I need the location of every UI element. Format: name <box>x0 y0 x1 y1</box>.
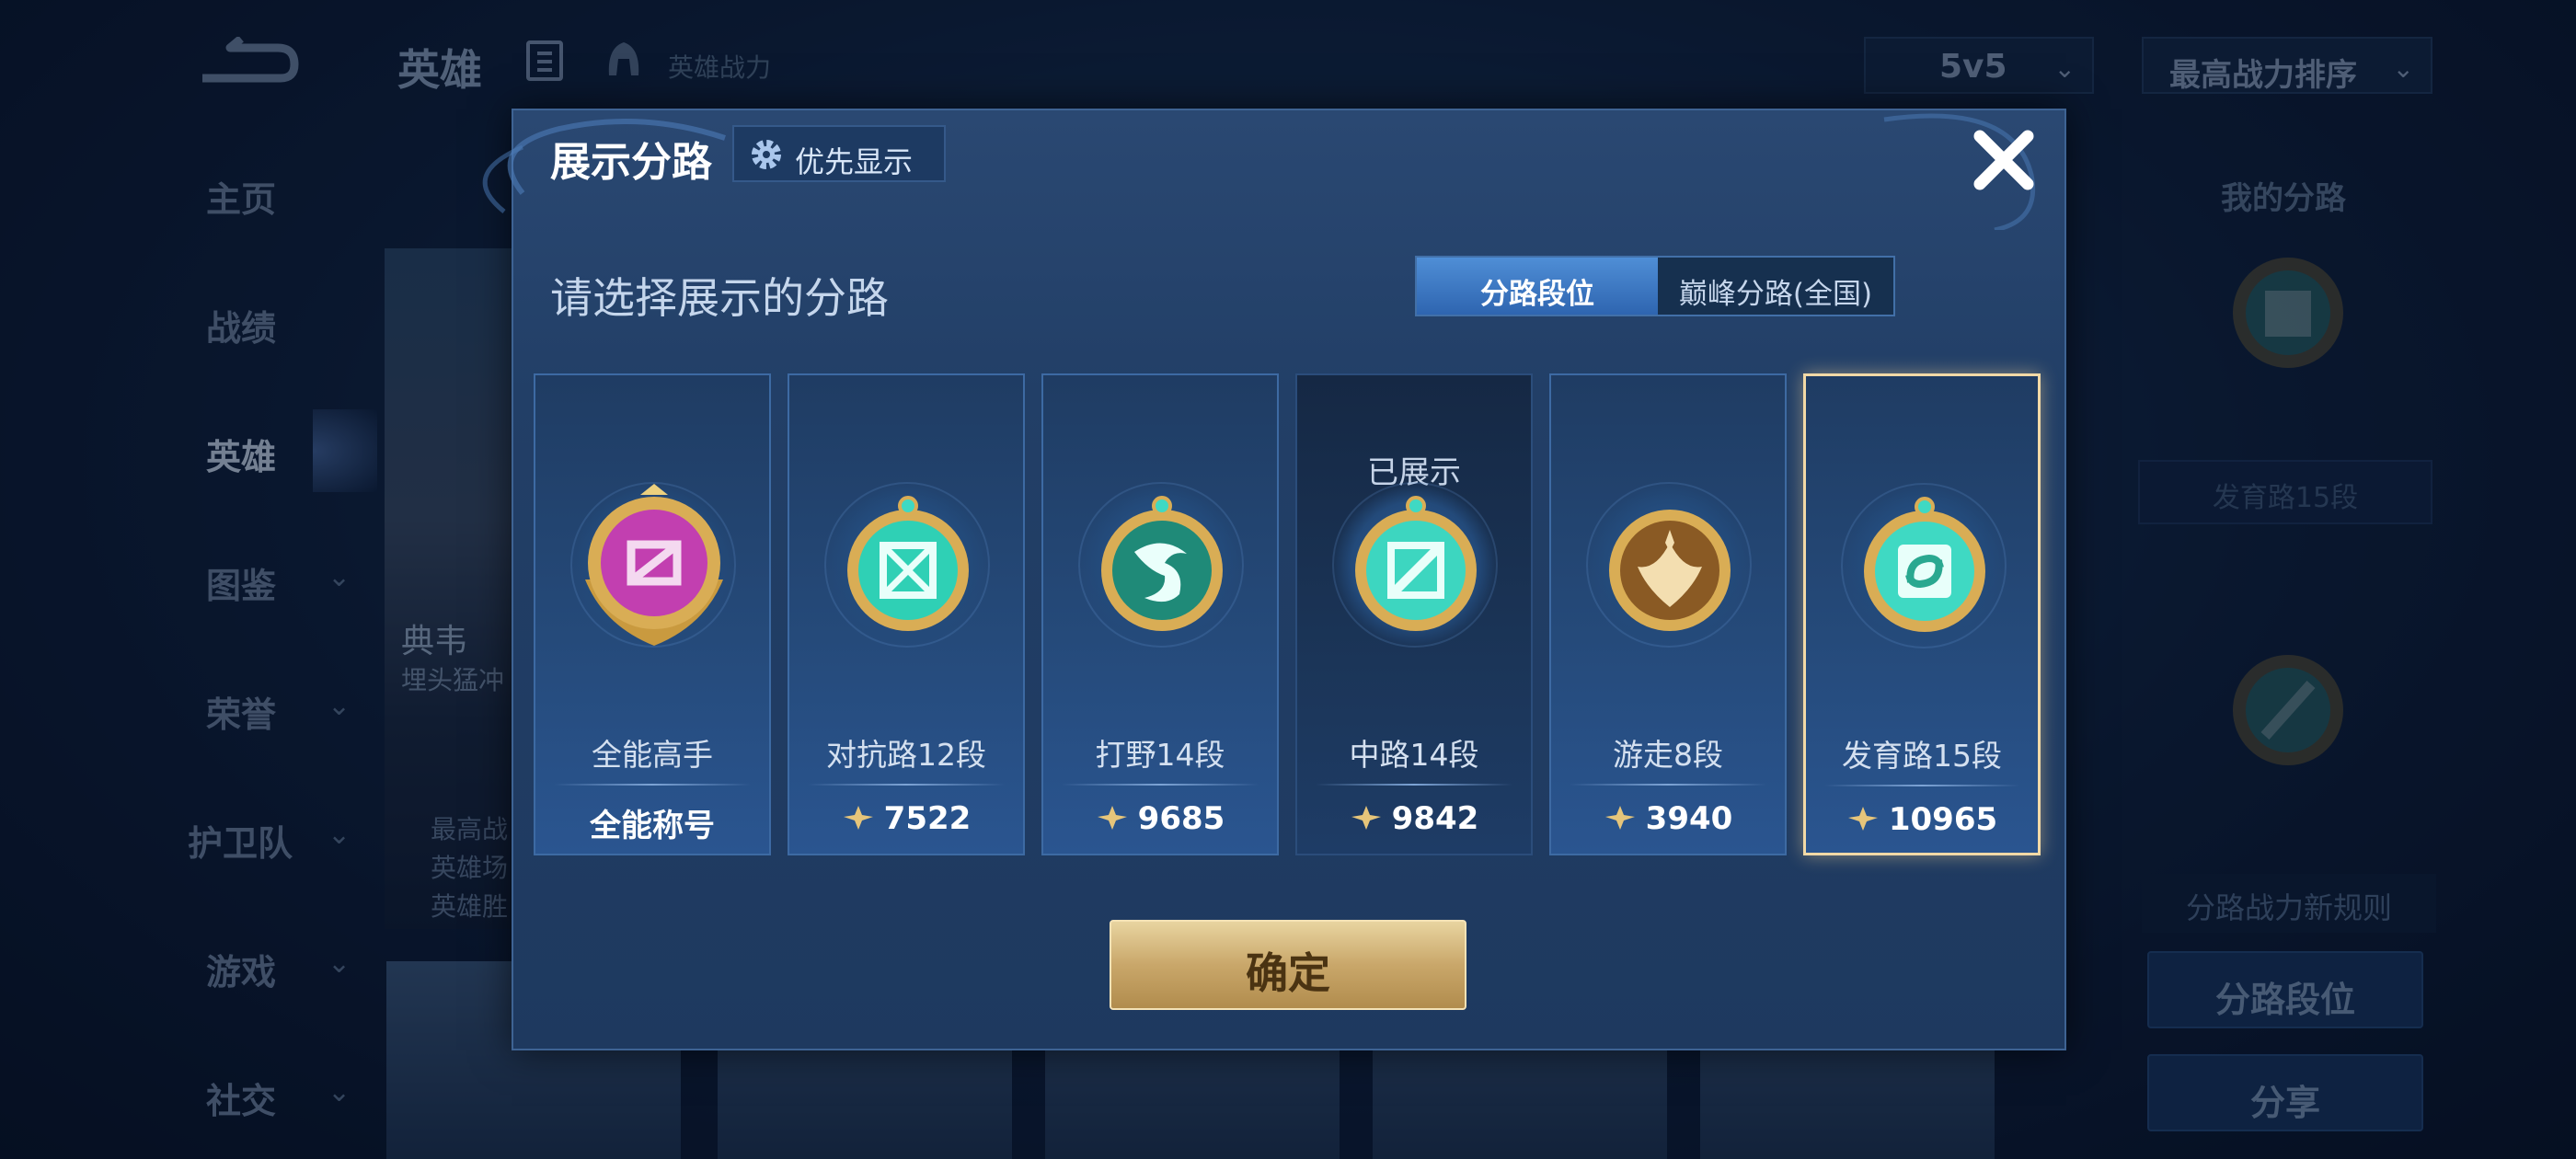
lane-value: 9685 <box>1043 800 1277 837</box>
lane-card-farm[interactable]: 发育路15段 10965 <box>1803 373 2041 855</box>
tab-peak-lane[interactable]: 巅峰分路(全国) <box>1658 258 1893 315</box>
power-icon <box>1097 806 1127 830</box>
select-lane-prompt: 请选择展示的分路 <box>550 273 889 323</box>
lane-value-text: 9842 <box>1391 800 1479 837</box>
lane-value: 7522 <box>789 800 1023 837</box>
gear-icon <box>752 140 781 169</box>
lane-name: 游走8段 <box>1613 737 1723 773</box>
lane-value-text: 3940 <box>1645 800 1733 837</box>
lane-value: 9842 <box>1297 800 1531 837</box>
roam-badge-icon <box>1609 510 1731 631</box>
divider <box>1316 784 1512 786</box>
lane-card-roam[interactable]: 游走8段 3940 <box>1549 373 1787 855</box>
divider <box>554 784 751 786</box>
lane-card-all-round[interactable]: 全能高手 全能称号 <box>534 373 771 855</box>
lane-name: 发育路15段 <box>1842 738 2002 774</box>
tab-label: 分路段位 <box>1480 278 1594 311</box>
confirm-button[interactable]: 确定 <box>1110 920 1466 1010</box>
lane-value: 3940 <box>1551 800 1785 837</box>
power-icon <box>1604 806 1635 830</box>
lane-name: 对抗路12段 <box>826 737 986 773</box>
modal-header: 展示分路 优先显示 <box>513 110 2064 206</box>
farm-lane-badge-icon <box>1864 497 1985 632</box>
lane-name: 全能高手 <box>592 737 713 773</box>
lane-value-text: 7522 <box>883 800 972 837</box>
divider <box>1570 784 1766 786</box>
lane-value: 10965 <box>1806 801 2038 838</box>
tab-lane-rank[interactable]: 分路段位 <box>1417 258 1658 315</box>
lane-card-mid[interactable]: 已展示 中路14段 9842 <box>1295 373 1533 855</box>
lane-value-text: 全能称号 <box>590 808 715 844</box>
lane-value-text: 10965 <box>1888 801 1998 838</box>
all-round-badge-icon <box>585 484 723 646</box>
tab-label: 巅峰分路(全国) <box>1678 278 1873 311</box>
close-icon[interactable] <box>1967 123 2041 197</box>
divider <box>1824 785 2019 786</box>
lane-card-clash[interactable]: 对抗路12段 7522 <box>788 373 1025 855</box>
lane-name: 打野14段 <box>1095 737 1225 773</box>
power-icon <box>843 806 873 830</box>
divider <box>1062 784 1259 786</box>
clash-lane-badge-icon <box>847 496 969 631</box>
priority-display-label: 优先显示 <box>795 144 914 179</box>
lane-display-modal: 展示分路 优先显示 请选择展示的分路 分路段位 巅峰分路(全国) 全能高手 全能… <box>482 109 2066 1050</box>
priority-display-button[interactable]: 优先显示 <box>732 125 946 182</box>
power-icon <box>1351 806 1381 830</box>
lane-card-jungle[interactable]: 打野14段 9685 <box>1041 373 1279 855</box>
divider <box>808 784 1005 786</box>
jungle-badge-icon <box>1101 496 1223 631</box>
modal-title: 展示分路 <box>550 139 712 186</box>
lane-name: 中路14段 <box>1349 737 1479 773</box>
confirm-button-label: 确定 <box>1246 948 1330 998</box>
lane-value-text: 9685 <box>1137 800 1225 837</box>
mid-lane-badge-icon <box>1355 496 1477 631</box>
lane-value: 全能称号 <box>535 800 769 845</box>
lane-tab-switcher: 分路段位 巅峰分路(全国) <box>1415 256 1895 316</box>
power-icon <box>1847 807 1878 831</box>
